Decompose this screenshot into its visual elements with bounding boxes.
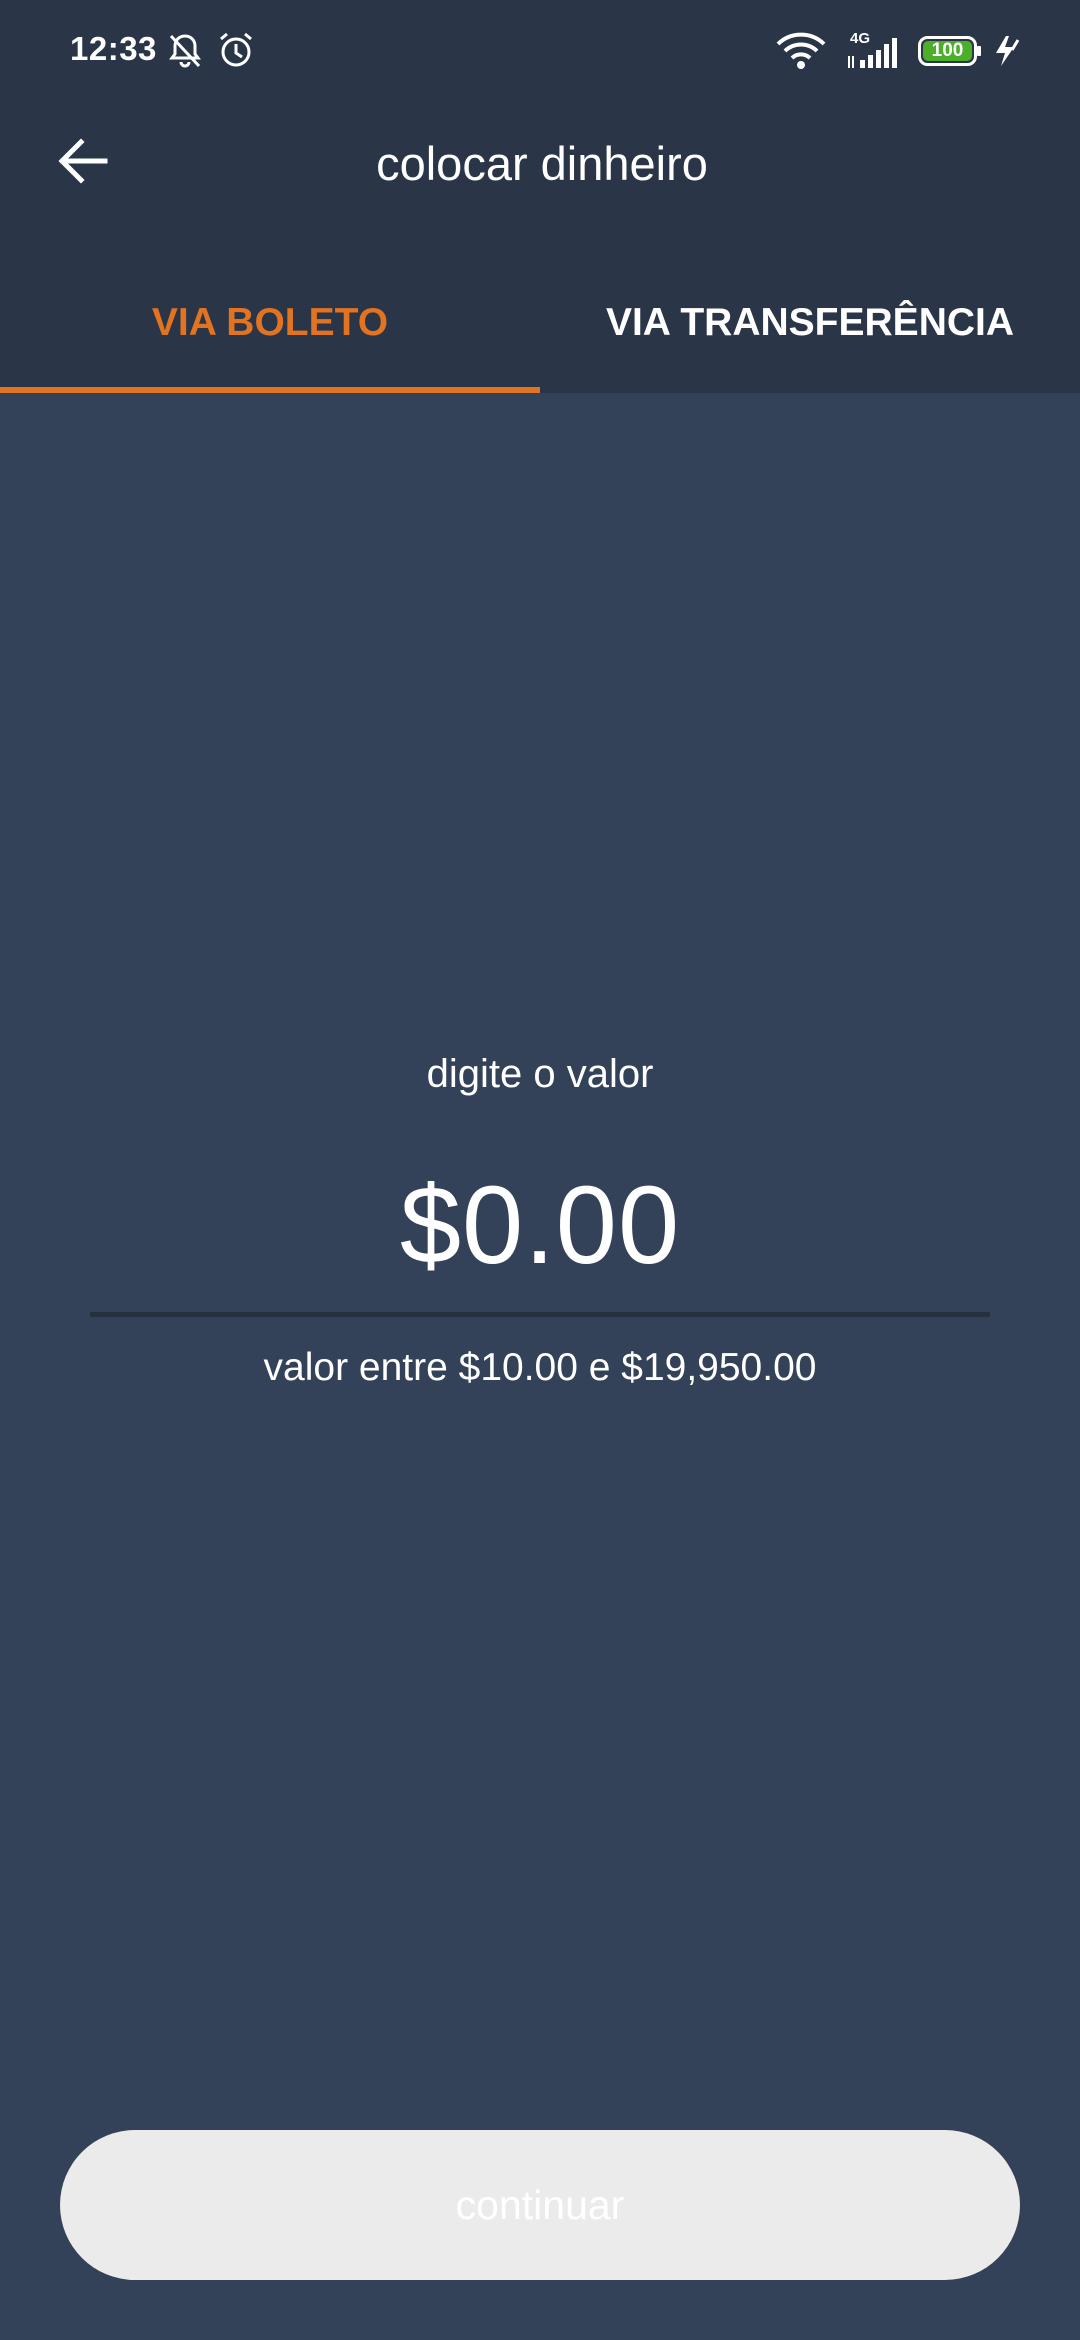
amount-label: digite o valor <box>426 1052 654 1096</box>
battery-icon: 100 <box>918 36 982 66</box>
continue-button[interactable]: continuar <box>60 2130 1020 2280</box>
app-bar: colocar dinheiro <box>0 100 1080 230</box>
tab-selected-indicator <box>0 387 540 393</box>
tab-via-transferencia[interactable]: VIA TRANSFERÊNCIA <box>540 270 1080 393</box>
status-time: 12:33 <box>70 30 157 67</box>
tab-via-boleto[interactable]: VIA BOLETO <box>0 270 540 393</box>
charging-icon <box>992 34 1024 73</box>
page-title: colocar dinheiro <box>376 137 708 190</box>
amount-input[interactable]: $0.00 <box>0 1162 1080 1289</box>
amount-underline <box>90 1312 990 1317</box>
battery-level: 100 <box>931 40 964 61</box>
alarm-icon <box>216 30 256 75</box>
tab-bar: VIA BOLETO VIA TRANSFERÊNCIA <box>0 270 1080 393</box>
amount-range-hint: valor entre $10.00 e $19,950.00 <box>263 1346 817 1389</box>
wifi-icon <box>775 32 827 75</box>
status-bar: 12:33 4G 100 <box>0 0 1080 100</box>
screen: 12:33 4G 100 colocar dinheiro VIA BOLETO… <box>0 0 1080 2340</box>
notifications-muted-icon <box>165 30 205 75</box>
cellular-signal-icon: 4G <box>846 30 906 70</box>
header: 12:33 4G 100 colocar dinheiro VIA BOLETO… <box>0 0 1080 393</box>
